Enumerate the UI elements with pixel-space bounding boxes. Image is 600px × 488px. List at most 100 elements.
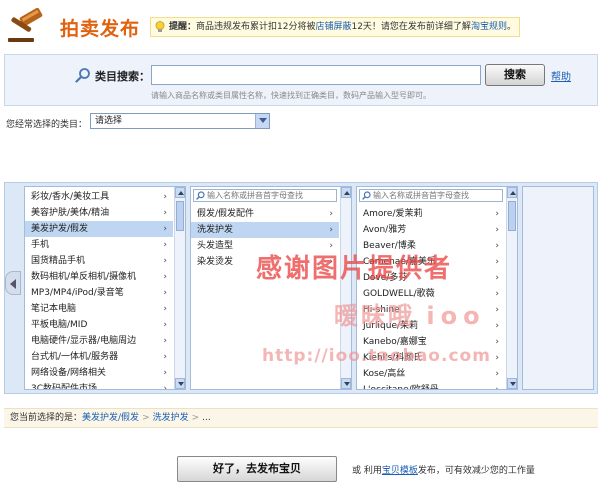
category-item[interactable]: MP3/MP4/iPod/录音笔 › <box>25 285 173 301</box>
category-item[interactable]: 美容护肤/美体/精油 › <box>25 205 173 221</box>
category-item-label: Kose/高丝 <box>363 369 406 379</box>
category-item[interactable]: 网络设备/网络相关 › <box>25 365 173 381</box>
category-column-1: 彩妆/香水/美妆工具 › 美容护肤/美体/精油 › 美发护发/假发 › 手机 › 国货精品手机 ›… <box>24 186 186 390</box>
scroll-thumb[interactable] <box>176 201 184 231</box>
column-3-filter-placeholder: 输入名称或拼音首字母查找 <box>373 191 469 200</box>
chevron-right-icon: › <box>495 305 499 315</box>
chevron-right-icon: › <box>495 353 499 363</box>
category-item-label: 电脑硬件/显示器/电脑周边 <box>31 336 137 346</box>
category-item[interactable]: Beaver/博柔 › <box>357 238 505 254</box>
search-button[interactable]: 搜索 <box>485 64 545 86</box>
category-item[interactable]: 染发烫发 › <box>191 254 339 270</box>
category-item-label: 美容护肤/美体/精油 <box>31 208 110 218</box>
scroll-up-button[interactable] <box>507 187 517 198</box>
category-item[interactable]: Amore/爱茉莉 › <box>357 206 505 222</box>
category-item[interactable]: 电脑硬件/显示器/电脑周边 › <box>25 333 173 349</box>
category-item[interactable]: Avon/雅芳 › <box>357 222 505 238</box>
chevron-right-icon: › <box>329 209 333 219</box>
taobao-rules-link[interactable]: 淘宝规则 <box>471 22 507 32</box>
column-2-filter-input[interactable]: 输入名称或拼音首字母查找 <box>193 189 337 202</box>
scrollbar[interactable] <box>506 187 517 389</box>
category-item[interactable]: 彩妆/香水/美妆工具 › <box>25 189 173 205</box>
notice-text: 商品违规发布累计扣12分将被 <box>196 22 316 32</box>
category-item[interactable]: 台式机/一体机/服务器 › <box>25 349 173 365</box>
chevron-left-icon <box>10 279 16 289</box>
category-item[interactable]: 国货精品手机 › <box>25 253 173 269</box>
path-crumb-level-1[interactable]: 美发护发/假发 <box>82 413 139 423</box>
category-item[interactable]: 洗发护发 › <box>191 222 339 238</box>
category-item-label: MP3/MP4/iPod/录音笔 <box>31 288 124 298</box>
category-item[interactable]: 头发造型 › <box>191 238 339 254</box>
category-item[interactable]: 手机 › <box>25 237 173 253</box>
publish-item-button[interactable]: 好了，去发布宝贝 <box>177 456 337 482</box>
category-item[interactable]: Kanebo/嘉娜宝 › <box>357 334 505 350</box>
category-item-label: 美发护发/假发 <box>31 224 89 234</box>
category-search-panel: 类目搜索： 搜索 帮助 请输入商品名称或类目属性名称，快速找到正确类目，数码产品… <box>4 54 598 106</box>
category-item-label: Jurlique/茱莉 <box>363 321 419 331</box>
category-item[interactable]: 假发/假发配件 › <box>191 206 339 222</box>
search-icon <box>75 68 90 83</box>
category-item[interactable]: Kose/高丝 › <box>357 366 505 382</box>
category-item-label: 假发/假发配件 <box>197 209 255 219</box>
category-item-label: Kanebo/嘉娜宝 <box>363 337 427 347</box>
chevron-right-icon: › <box>495 273 499 283</box>
scroll-left-button[interactable] <box>5 271 21 295</box>
category-item[interactable]: Hi-shine › <box>357 302 505 318</box>
lightbulb-icon <box>155 21 165 32</box>
chevron-right-icon: › <box>329 241 333 251</box>
category-item[interactable]: Camenae/嘉美乐 › <box>357 254 505 270</box>
chevron-right-icon: › <box>495 369 499 379</box>
chevron-right-icon: › <box>495 289 499 299</box>
scroll-thumb[interactable] <box>508 201 516 231</box>
category-item-label: Camenae/嘉美乐 <box>363 257 436 267</box>
shop-block-link[interactable]: 店铺屏蔽 <box>315 22 351 32</box>
category-item[interactable]: Dove/多芬 › <box>357 270 505 286</box>
current-selection-path: 您当前选择的是：美发护发/假发 > 洗发护发 >... <box>4 408 598 428</box>
chevron-right-icon: › <box>163 384 167 390</box>
common-categories-select[interactable]: 请选择 <box>90 113 270 129</box>
category-item-label: 3C数码配件市场 <box>31 384 98 390</box>
notice-text-end: 。 <box>506 22 516 32</box>
template-note-before: 或 利用 <box>352 466 382 476</box>
category-item-label: Kiehl's/科颜氏 <box>363 353 423 363</box>
category-column-2: 输入名称或拼音首字母查找 假发/假发配件 › 洗发护发 › 头发造型 › 染发烫发 › <box>190 186 352 390</box>
category-item[interactable]: Kiehl's/科颜氏 › <box>357 350 505 366</box>
category-item[interactable]: 笔记本电脑 › <box>25 301 173 317</box>
path-label: 您当前选择的是： <box>10 413 83 423</box>
column-3-filter-input[interactable]: 输入名称或拼音首字母查找 <box>359 189 503 202</box>
category-item[interactable]: 数码相机/单反相机/摄像机 › <box>25 269 173 285</box>
help-link[interactable]: 帮助 <box>551 68 571 83</box>
category-item-label: GOLDWELL/歌薇 <box>363 289 435 299</box>
category-column-3: 输入名称或拼音首字母查找 Amore/爱茉莉 › Avon/雅芳 › Beaver/博柔… <box>356 186 518 390</box>
scroll-up-button[interactable] <box>341 187 351 198</box>
chevron-right-icon: › <box>163 336 167 346</box>
chevron-down-icon[interactable] <box>255 114 269 128</box>
chevron-right-icon: › <box>495 337 499 347</box>
category-item-label: Beaver/博柔 <box>363 241 416 251</box>
scroll-down-button[interactable] <box>507 378 517 389</box>
category-item-label: Avon/雅芳 <box>363 225 407 235</box>
common-categories-value: 请选择 <box>95 116 123 126</box>
scroll-up-button[interactable] <box>175 187 185 198</box>
category-item[interactable]: Jurlique/茱莉 › <box>357 318 505 334</box>
scroll-down-button[interactable] <box>175 378 185 389</box>
category-search-input[interactable] <box>151 65 481 85</box>
scroll-down-button[interactable] <box>341 378 351 389</box>
path-crumb-level-2[interactable]: 洗发护发 <box>153 413 189 423</box>
notice-text-middle: 12天！请您在发布前详细了解 <box>351 22 471 32</box>
scrollbar[interactable] <box>174 187 185 389</box>
category-item-label: 平板电脑/MID <box>31 320 88 330</box>
category-item[interactable]: 美发护发/假发 › <box>25 221 173 237</box>
category-item-label: 台式机/一体机/服务器 <box>31 352 119 362</box>
category-item[interactable]: 3C数码配件市场 › <box>25 381 173 390</box>
category-item-label: L'occitane/欧舒丹 <box>363 385 439 390</box>
scrollbar[interactable] <box>340 187 351 389</box>
category-item[interactable]: 平板电脑/MID › <box>25 317 173 333</box>
search-icon <box>362 191 371 200</box>
category-item-label: 手机 <box>31 240 50 250</box>
chevron-right-icon: › <box>163 288 167 298</box>
item-template-link[interactable]: 宝贝模板 <box>382 466 418 476</box>
category-item[interactable]: L'occitane/欧舒丹 › <box>357 382 505 390</box>
category-item[interactable]: GOLDWELL/歌薇 › <box>357 286 505 302</box>
search-icon <box>196 191 205 200</box>
